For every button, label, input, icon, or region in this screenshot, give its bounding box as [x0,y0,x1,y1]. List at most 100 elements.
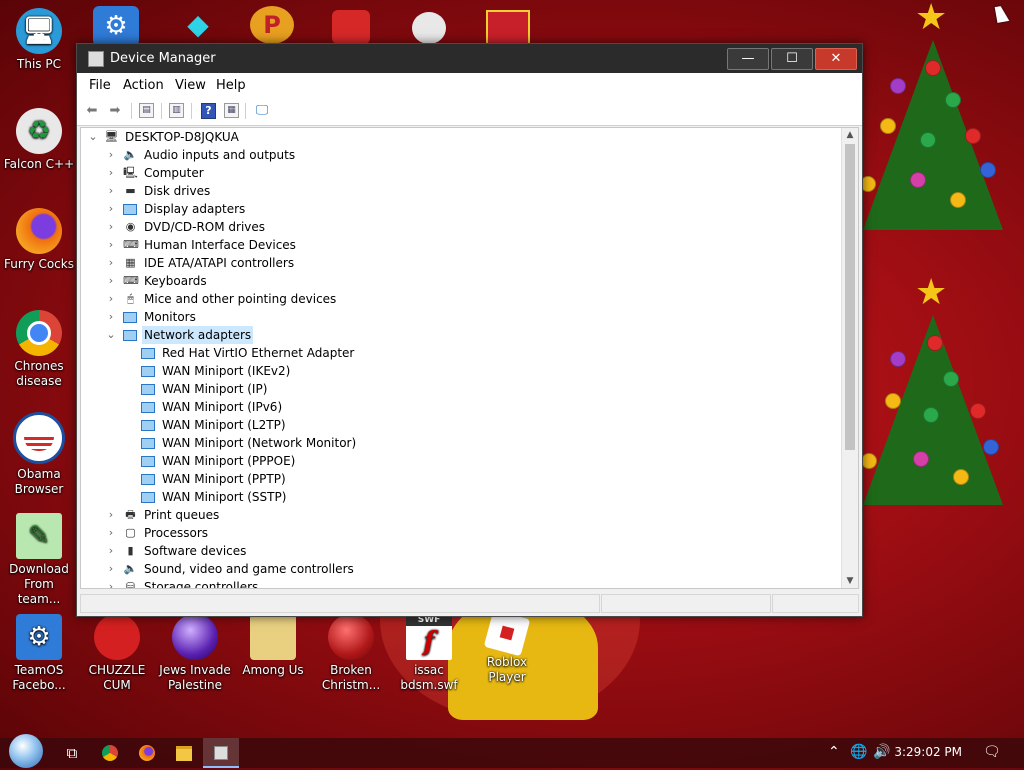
storage-controller-icon: ⛁ [125,580,136,589]
chevron-right-icon[interactable]: › [105,200,117,218]
notifications-icon[interactable]: 🗨 [983,744,1001,760]
chevron-right-icon[interactable]: › [105,146,117,164]
desktop-icon-obama-browser[interactable]: Obama Browser [1,412,77,497]
tree-device-label: WAN Miniport (IP) [162,382,268,396]
tree-category-label: Human Interface Devices [144,238,296,252]
chevron-right-icon[interactable]: › [105,578,117,588]
menu-view[interactable]: View [175,78,206,93]
chevron-right-icon[interactable]: › [105,218,117,236]
chevron-right-icon[interactable]: › [105,182,117,200]
minimize-button[interactable]: — [727,48,769,70]
firefox-taskbar-icon[interactable] [137,743,157,763]
chevron-down-icon[interactable]: ⌄ [87,128,99,146]
chevron-right-icon[interactable]: › [105,236,117,254]
desktop-icon-jews-invade[interactable]: Jews Invade Palestine [157,614,233,693]
tree-category-label: Software devices [144,544,247,558]
desktop-icon-label: Roblox Player [486,655,528,684]
chevron-right-icon[interactable]: › [105,506,117,524]
desktop-icon-broken-christmas[interactable]: Broken Christm... [313,614,389,693]
scroll-up-arrow-icon[interactable]: ▲ [842,130,858,140]
desktop-icon-settings-partial[interactable]: ⚙ [93,6,139,46]
task-view-icon[interactable]: ⧉ [62,743,82,763]
menu-file[interactable]: File [89,78,111,93]
scan-hardware-monitor-icon[interactable]: 🖵 [254,103,270,119]
desktop-icon-swf-file[interactable]: SWF f issac bdsm.swf [391,614,467,693]
action-pane-icon[interactable]: ▦ [224,103,239,118]
network-adapter-icon [123,330,137,341]
desktop-icon-this-pc[interactable]: 🖥 This PC [1,8,77,72]
keyboard-icon: ⌨ [123,274,139,287]
desktop-icon-label: TeamOS Facebo... [12,663,66,692]
tree-category-label: Monitors [144,310,196,324]
chevron-right-icon[interactable]: › [105,164,117,182]
help-icon[interactable]: ? [201,103,216,119]
status-segment [80,594,600,613]
properties-sheet-icon[interactable]: ▤ [139,103,154,118]
title-bar[interactable]: Device Manager — ☐ ✕ [77,44,862,73]
monitor-icon [123,312,137,323]
desktop-icon-chuzzle[interactable]: CHUZZLE CUM [79,614,155,693]
show-hide-console-icon[interactable]: ▥ [169,103,184,118]
among-us-icon [250,614,296,660]
chevron-right-icon[interactable]: › [105,542,117,560]
tree-category-label: Audio inputs and outputs [144,148,296,162]
speaker-icon: 🔈 [123,148,138,161]
file-explorer-icon[interactable] [174,743,194,763]
forward-arrow-icon[interactable]: ➡ [107,103,123,119]
desktop-icon-label: This PC [17,57,61,71]
desktop-icon-among-us[interactable]: Among Us [235,614,311,678]
device-manager-taskbar-icon[interactable] [203,738,239,768]
processor-icon: ▢ [125,526,136,539]
desktop-icon-teamos[interactable]: ⚙ TeamOS Facebo... [1,614,77,693]
chevron-right-icon[interactable]: › [105,524,117,542]
tree-device-label: WAN Miniport (IKEv2) [162,364,291,378]
chevron-right-icon[interactable]: › [105,560,117,578]
desktop-icon-label: issac bdsm.swf [400,663,458,692]
tree-device-label: Red Hat VirtIO Ethernet Adapter [162,346,355,360]
desktop-icon-label: Falcon C++ [3,157,75,171]
desktop-icon-p-partial[interactable]: P [250,6,294,44]
volume-icon[interactable]: 🔊 [873,744,890,760]
close-button[interactable]: ✕ [815,48,857,70]
firefox-icon [16,208,62,254]
mouse-icon: 🖱 [127,292,134,305]
start-button[interactable] [9,734,43,768]
chevron-right-icon[interactable]: › [105,290,117,308]
ide-controller-icon: ▦ [125,256,136,269]
desktop-icon-falcon[interactable]: ♻ Falcon C++ [1,108,77,172]
back-arrow-icon[interactable]: ⬅ [84,103,100,119]
desktop-icon-chrome[interactable]: Chrones disease [1,310,77,389]
network-globe-icon[interactable]: 🌐 [850,744,867,760]
chevron-down-icon[interactable]: ⌄ [105,326,117,344]
device-tree-pane[interactable]: ⌄ 🖥 DESKTOP-D8JQKUA › 🔈 Audio inputs and o… [80,127,859,589]
desktop-icon-roblox[interactable]: Roblox Player [469,609,545,685]
desktop-icon-label: Chrones disease [14,359,64,388]
desktop-icon-diamond-partial[interactable]: ◆ [178,8,218,42]
scrollbar-thumb[interactable] [845,144,855,450]
maximize-button[interactable]: ☐ [771,48,813,70]
window-title: Device Manager [110,51,216,66]
desktop-icon-snowman-partial[interactable] [412,12,446,44]
desktop-icon-download[interactable]: ✎ Download From team... [1,513,77,607]
taskbar-clock[interactable]: 3:29:02 PM [894,745,962,759]
chrome-taskbar-icon[interactable] [100,743,120,763]
star-icon: ★ [915,272,948,313]
tree-category-label: Keyboards [144,274,207,288]
menu-bar: File Action View Help [77,73,862,98]
show-hidden-icons-chevron-up-icon[interactable]: ⌃ [828,744,840,760]
desktop-icon-angry-bird-partial[interactable] [332,10,370,44]
desktop-icon-label: Jews Invade Palestine [159,663,231,692]
desktop-icon-firefox[interactable]: Furry Cocks [1,208,77,272]
menu-help[interactable]: Help [216,78,246,93]
network-adapter-icon [141,348,155,359]
menu-action[interactable]: Action [123,78,164,93]
chevron-right-icon[interactable]: › [105,308,117,326]
vertical-scrollbar[interactable]: ▲ ▼ [841,128,858,588]
star-icon: ★ [915,0,948,38]
tree-device-label: WAN Miniport (PPTP) [162,472,286,486]
scroll-down-arrow-icon[interactable]: ▼ [842,576,858,586]
tree-category-label: Print queues [144,508,220,522]
chevron-right-icon[interactable]: › [105,254,117,272]
tree-category-label: Mice and other pointing devices [144,292,337,306]
chevron-right-icon[interactable]: › [105,272,117,290]
